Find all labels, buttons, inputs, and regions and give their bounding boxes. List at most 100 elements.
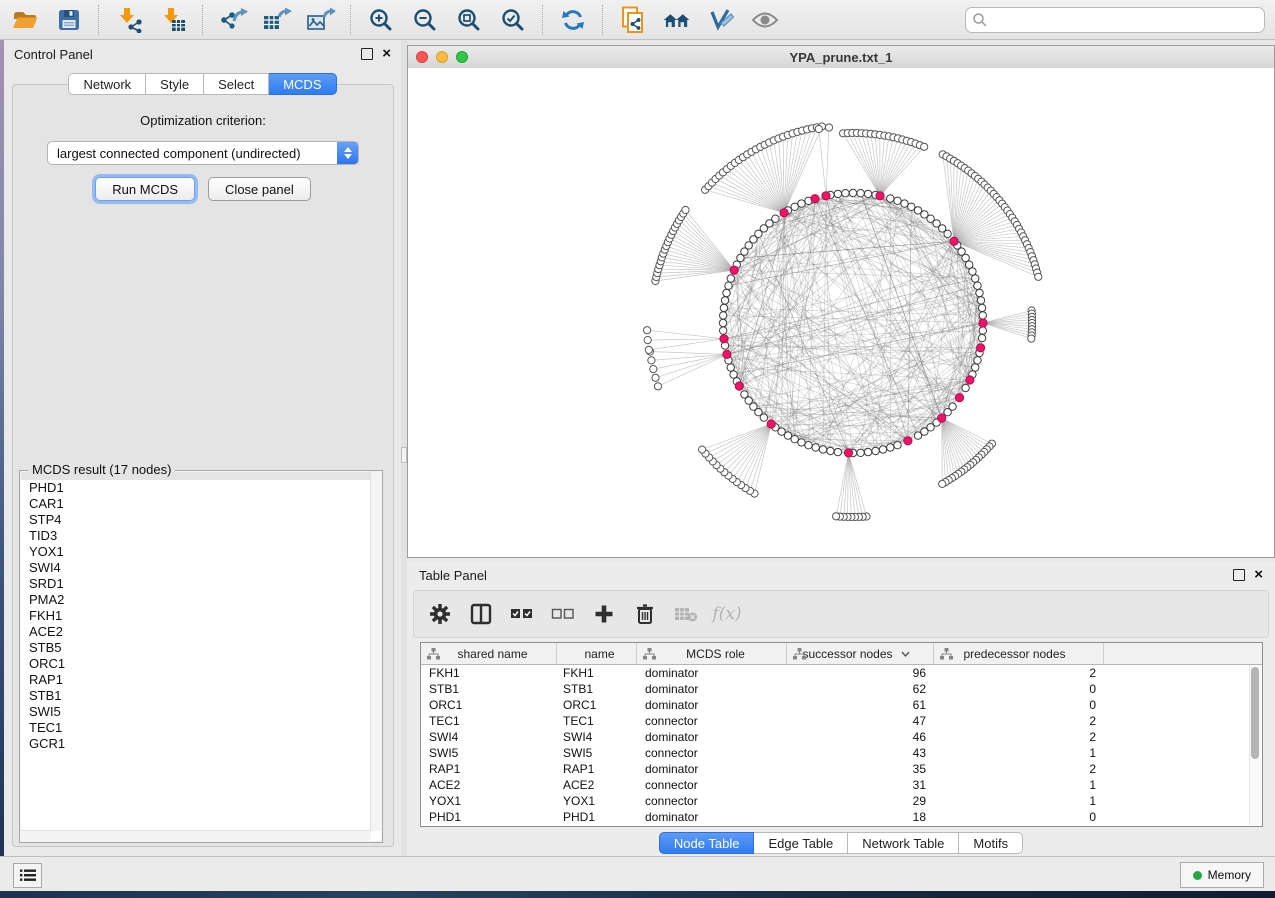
- network-node[interactable]: [972, 275, 979, 282]
- tab-node-table[interactable]: Node Table: [659, 832, 755, 854]
- network-node[interactable]: [979, 327, 986, 334]
- network-node[interactable]: [864, 448, 871, 455]
- network-node[interactable]: [894, 442, 901, 449]
- table-row[interactable]: RAP1RAP1dominator352: [421, 761, 1262, 777]
- network-node[interactable]: [648, 357, 655, 364]
- import-network-icon[interactable]: [114, 5, 144, 35]
- network-node[interactable]: [723, 289, 730, 296]
- network-node[interactable]: [720, 312, 727, 319]
- network-node[interactable]: [939, 480, 946, 487]
- network-node[interactable]: [730, 371, 737, 378]
- network-node[interactable]: [644, 327, 651, 334]
- eye-icon[interactable]: [750, 5, 780, 35]
- network-node[interactable]: [887, 195, 894, 202]
- network-node[interactable]: [887, 444, 894, 451]
- network-node[interactable]: [725, 282, 732, 289]
- tab-edge-table[interactable]: Edge Table: [754, 832, 848, 854]
- network-node[interactable]: [650, 366, 657, 373]
- network-node[interactable]: [974, 282, 981, 289]
- network-node[interactable]: [864, 190, 871, 197]
- column-header-mcds-role[interactable]: MCDS role: [637, 643, 787, 664]
- network-node[interactable]: [719, 319, 726, 326]
- network-node[interactable]: [914, 432, 921, 439]
- mcds-hub-node[interactable]: [979, 319, 987, 327]
- network-node[interactable]: [842, 190, 849, 197]
- network-node[interactable]: [815, 125, 822, 132]
- tab-select[interactable]: Select: [204, 73, 269, 95]
- zoom-out-icon[interactable]: [410, 5, 440, 35]
- export-network-icon[interactable]: [218, 5, 248, 35]
- select-all-icon[interactable]: [510, 602, 534, 626]
- optimization-criterion-select[interactable]: largest connected component (undirected): [47, 141, 359, 165]
- network-node[interactable]: [812, 444, 819, 451]
- list-vertical-scrollbar[interactable]: [370, 471, 382, 831]
- network-node[interactable]: [969, 268, 976, 275]
- table-row[interactable]: TEC1TEC1connector472: [421, 713, 1262, 729]
- network-node[interactable]: [652, 374, 659, 381]
- mcds-hub-node[interactable]: [730, 266, 738, 274]
- network-node[interactable]: [978, 304, 985, 311]
- list-item[interactable]: GCR1: [21, 736, 381, 752]
- mcds-hub-node[interactable]: [822, 192, 830, 200]
- close-panel-icon[interactable]: ×: [382, 49, 391, 59]
- list-item[interactable]: ACE2: [21, 624, 381, 640]
- network-node[interactable]: [727, 364, 734, 371]
- network-node[interactable]: [720, 304, 727, 311]
- network-node[interactable]: [974, 357, 981, 364]
- mcds-hub-node[interactable]: [955, 394, 963, 402]
- network-node[interactable]: [805, 442, 812, 449]
- zoom-selected-icon[interactable]: [498, 5, 528, 35]
- list-item[interactable]: SWI4: [21, 560, 381, 576]
- mcds-hub-node[interactable]: [950, 237, 958, 245]
- tab-network-table[interactable]: Network Table: [848, 832, 959, 854]
- network-node[interactable]: [819, 446, 826, 453]
- network-node[interactable]: [791, 436, 798, 443]
- tab-style[interactable]: Style: [146, 73, 204, 95]
- add-column-icon[interactable]: [592, 602, 616, 626]
- import-table-icon[interactable]: [158, 5, 188, 35]
- table-row[interactable]: ACE2ACE2connector311: [421, 777, 1262, 793]
- network-node[interactable]: [772, 215, 779, 222]
- tab-network[interactable]: Network: [68, 73, 146, 95]
- duplicate-network-icon[interactable]: [618, 5, 648, 35]
- mcds-hub-node[interactable]: [966, 376, 974, 384]
- close-panel-button[interactable]: Close panel: [208, 177, 311, 201]
- network-node[interactable]: [834, 190, 841, 197]
- split-view-icon[interactable]: [469, 602, 493, 626]
- network-node[interactable]: [827, 447, 834, 454]
- mcds-hub-node[interactable]: [977, 344, 985, 352]
- network-node[interactable]: [944, 230, 951, 237]
- mcds-hub-node[interactable]: [938, 414, 946, 422]
- network-node[interactable]: [921, 143, 928, 150]
- list-horizontal-scrollbar[interactable]: [20, 830, 371, 842]
- network-node[interactable]: [798, 439, 805, 446]
- list-item[interactable]: SWI5: [21, 704, 381, 720]
- network-node[interactable]: [979, 312, 986, 319]
- open-session-icon[interactable]: [10, 5, 40, 35]
- list-item[interactable]: STB5: [21, 640, 381, 656]
- list-item[interactable]: ORC1: [21, 656, 381, 672]
- close-panel-icon[interactable]: ×: [1254, 570, 1263, 580]
- network-node[interactable]: [727, 275, 734, 282]
- zoom-fit-icon[interactable]: [454, 5, 484, 35]
- edit-style-icon[interactable]: [706, 5, 736, 35]
- mcds-hub-node[interactable]: [811, 195, 819, 203]
- network-node[interactable]: [644, 337, 651, 344]
- column-header-name[interactable]: name: [557, 643, 637, 664]
- network-node[interactable]: [976, 289, 983, 296]
- list-item[interactable]: TEC1: [21, 720, 381, 736]
- scrollbar-thumb[interactable]: [1251, 667, 1259, 759]
- export-table-icon[interactable]: [262, 5, 292, 35]
- network-node[interactable]: [894, 197, 901, 204]
- float-panel-icon[interactable]: [361, 48, 373, 60]
- list-item[interactable]: PMA2: [21, 592, 381, 608]
- network-node[interactable]: [972, 364, 979, 371]
- run-mcds-button[interactable]: Run MCDS: [95, 177, 195, 201]
- network-node[interactable]: [720, 327, 727, 334]
- mcds-hub-node[interactable]: [904, 437, 912, 445]
- mcds-hub-node[interactable]: [780, 209, 788, 217]
- tab-motifs[interactable]: Motifs: [959, 832, 1023, 854]
- mcds-hub-node[interactable]: [876, 192, 884, 200]
- network-node[interactable]: [962, 384, 969, 391]
- show-networks-icon[interactable]: [662, 5, 692, 35]
